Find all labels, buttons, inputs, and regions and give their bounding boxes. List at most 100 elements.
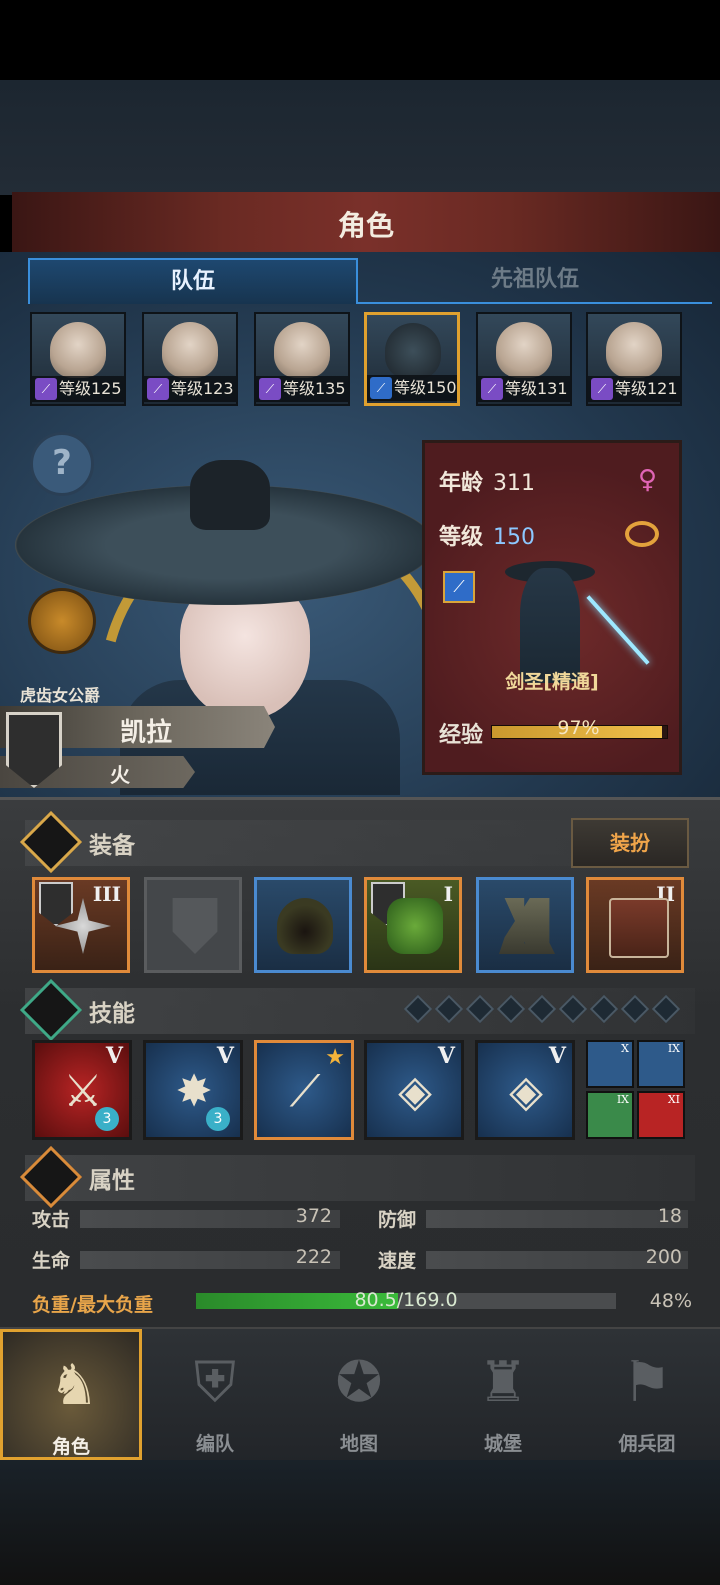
page-title: 角色 [337,209,394,242]
passive-rank: XI [667,1093,680,1106]
member-portrait [50,322,106,378]
defense-label: 防御 [378,1209,417,1231]
nav-label: 地图 [339,1433,378,1455]
character-name: 凯拉 [120,718,173,748]
skill-slot[interactable]: ★ ⟋ [254,1040,354,1140]
skill-point-icon [465,994,495,1024]
banner-icon: ⚑ [621,1350,673,1415]
age-row: 年龄 311 [439,465,535,497]
passive-skill[interactable]: X [586,1040,634,1088]
job-title: 剑圣[精通] [505,671,599,693]
top-backdrop [0,80,720,195]
member-level: 等级123 [171,379,234,398]
skill-point-icon [558,994,588,1024]
speed-label: 速度 [378,1250,417,1272]
level-label: 等级 [439,525,484,550]
nav-label: 佣兵团 [618,1433,676,1455]
tab-ancestor-team[interactable]: 先祖队伍 [358,258,712,304]
equip-slot-offhand[interactable] [144,877,242,973]
status-area [0,0,720,80]
staff-class-icon: ⟋ [35,378,57,400]
equip-slot-accessory[interactable]: II [586,877,684,973]
load-percent: 48% [649,1290,692,1312]
skills-label: 技能 [89,1001,135,1027]
skill-charge-badge: 3 [95,1107,119,1131]
potion-icon[interactable] [28,588,96,654]
roster-member[interactable]: ⟋ 等级135 [254,312,350,406]
dress-up-button[interactable]: 装扮 [571,818,689,868]
attributes-label: 属性 [89,1168,135,1194]
roster-member[interactable]: ⟋ 等级121 [586,312,682,406]
skill-point-icon [403,994,433,1024]
skill-point-icon [651,994,681,1024]
skill-slot[interactable]: V ⚔ 3 [32,1040,132,1140]
member-portrait [162,322,218,378]
nav-label: 城堡 [483,1433,522,1455]
equip-slot-boots[interactable] [476,877,574,973]
exp-value: 97% [557,717,600,739]
defense-value: 18 [657,1205,682,1227]
passive-rank: IX [616,1093,629,1106]
help-icon[interactable]: ? [30,432,94,496]
nav-formation[interactable]: ⛨ 编队 [144,1329,286,1460]
nav-character[interactable]: ♞ 角色 [0,1329,142,1460]
passive-skill[interactable]: XI [637,1091,685,1139]
member-level: 等级150 [394,378,457,397]
hood-icon [277,898,333,954]
castle-icon: ♜ [477,1350,529,1415]
boots-icon [499,898,555,954]
roster-member[interactable]: ⟋ 等级123 [142,312,238,406]
skill-slot[interactable]: V ✸ 3 [143,1040,243,1140]
speed-value: 200 [645,1246,682,1268]
passive-skill[interactable]: IX [586,1091,634,1139]
shield-placeholder-icon [172,898,218,954]
roster-member[interactable]: ⟋ 等级131 [476,312,572,406]
nav-castle[interactable]: ♜ 城堡 [432,1329,574,1460]
passive-rank: X [621,1042,629,1055]
roster-member[interactable]: ⟋ 等级125 [30,312,126,406]
slot-rank: III [92,882,121,906]
hero-figure [520,568,580,683]
sword-class-icon: ⟋ [370,377,392,399]
book-icon [609,898,669,958]
equip-slot-head[interactable] [254,877,352,973]
skill-charge-badge: 3 [206,1107,230,1131]
roster-list: ⟋ 等级125 ⟋ 等级123 ⟋ 等级135 ⟋ 等级150 ⟋ 等级131 ⟋ 等级12… [30,312,690,408]
skill-point-icon [496,994,526,1024]
member-portrait [496,322,552,378]
staff-class-icon: ⟋ [147,378,169,400]
star-skill-icon [19,978,83,1042]
level-row: 等级 150 [439,519,535,551]
nav-label: 角色 [51,1436,90,1458]
sword-class-icon: ⟋ [443,571,475,603]
member-level: 等级135 [283,379,346,398]
nav-mercenaries[interactable]: ⚑ 佣兵团 [576,1329,718,1460]
equip-slot-armor[interactable]: I [364,877,462,973]
roster-member-selected[interactable]: ⟋ 等级150 [364,312,460,406]
compass-icon: ✪ [335,1350,383,1415]
passive-skill[interactable]: IX [637,1040,685,1088]
member-portrait [606,322,662,378]
crystal-wind-icon: ◈ [509,1066,543,1117]
equip-slot-weapon[interactable]: III [32,877,130,973]
armor-icon [387,898,443,954]
load-label: 负重/最大负重 [32,1294,153,1316]
nav-map[interactable]: ✪ 地图 [288,1329,430,1460]
member-portrait [385,323,441,379]
staff-class-icon: ⟋ [591,378,613,400]
skill-slot[interactable]: V ◈ [364,1040,464,1140]
slash-icon: ⟋ [289,1066,321,1117]
skill-point-icon [527,994,557,1024]
team-tabs: 队伍 先祖队伍 [28,258,712,304]
attack-value: 372 [295,1205,332,1227]
age-label: 年龄 [439,471,484,496]
skill-slot[interactable]: V ◈ [475,1040,575,1140]
title-bar: 角色 [12,192,720,254]
hp-label: 生命 [32,1250,71,1272]
member-portrait [274,322,330,378]
equipment-label: 装备 [89,833,135,859]
clan-shield-icon [39,882,73,926]
tab-team[interactable]: 队伍 [28,258,358,304]
staff-class-icon: ⟋ [259,378,281,400]
ring-icon[interactable] [625,521,659,547]
